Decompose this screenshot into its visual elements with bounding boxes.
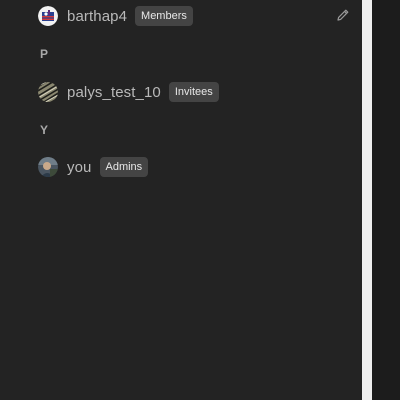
screen: barthap4 Members P palys_test_10 Invitee… — [0, 0, 400, 400]
member-row-you[interactable]: you Admins — [38, 156, 149, 178]
pencil-icon[interactable] — [336, 8, 350, 22]
scrollbar[interactable] — [362, 0, 372, 400]
member-username: barthap4 — [67, 7, 128, 25]
member-row-barthap4[interactable]: barthap4 Members — [38, 5, 193, 27]
group-letter-y: Y — [40, 123, 49, 137]
role-badge: Members — [135, 6, 193, 26]
avatar-pattern-icon — [38, 82, 58, 102]
role-badge: Invitees — [168, 82, 219, 102]
right-panel — [372, 0, 400, 400]
group-letter-p: P — [40, 47, 49, 61]
avatar-photo-icon — [38, 157, 58, 177]
member-username: you — [67, 158, 92, 176]
role-badge: Admins — [99, 157, 149, 177]
member-username: palys_test_10 — [67, 83, 161, 101]
members-panel: barthap4 Members P palys_test_10 Invitee… — [0, 0, 362, 400]
member-row-palys-test-10[interactable]: palys_test_10 Invitees — [38, 81, 219, 103]
avatar-flag-icon — [38, 6, 58, 26]
